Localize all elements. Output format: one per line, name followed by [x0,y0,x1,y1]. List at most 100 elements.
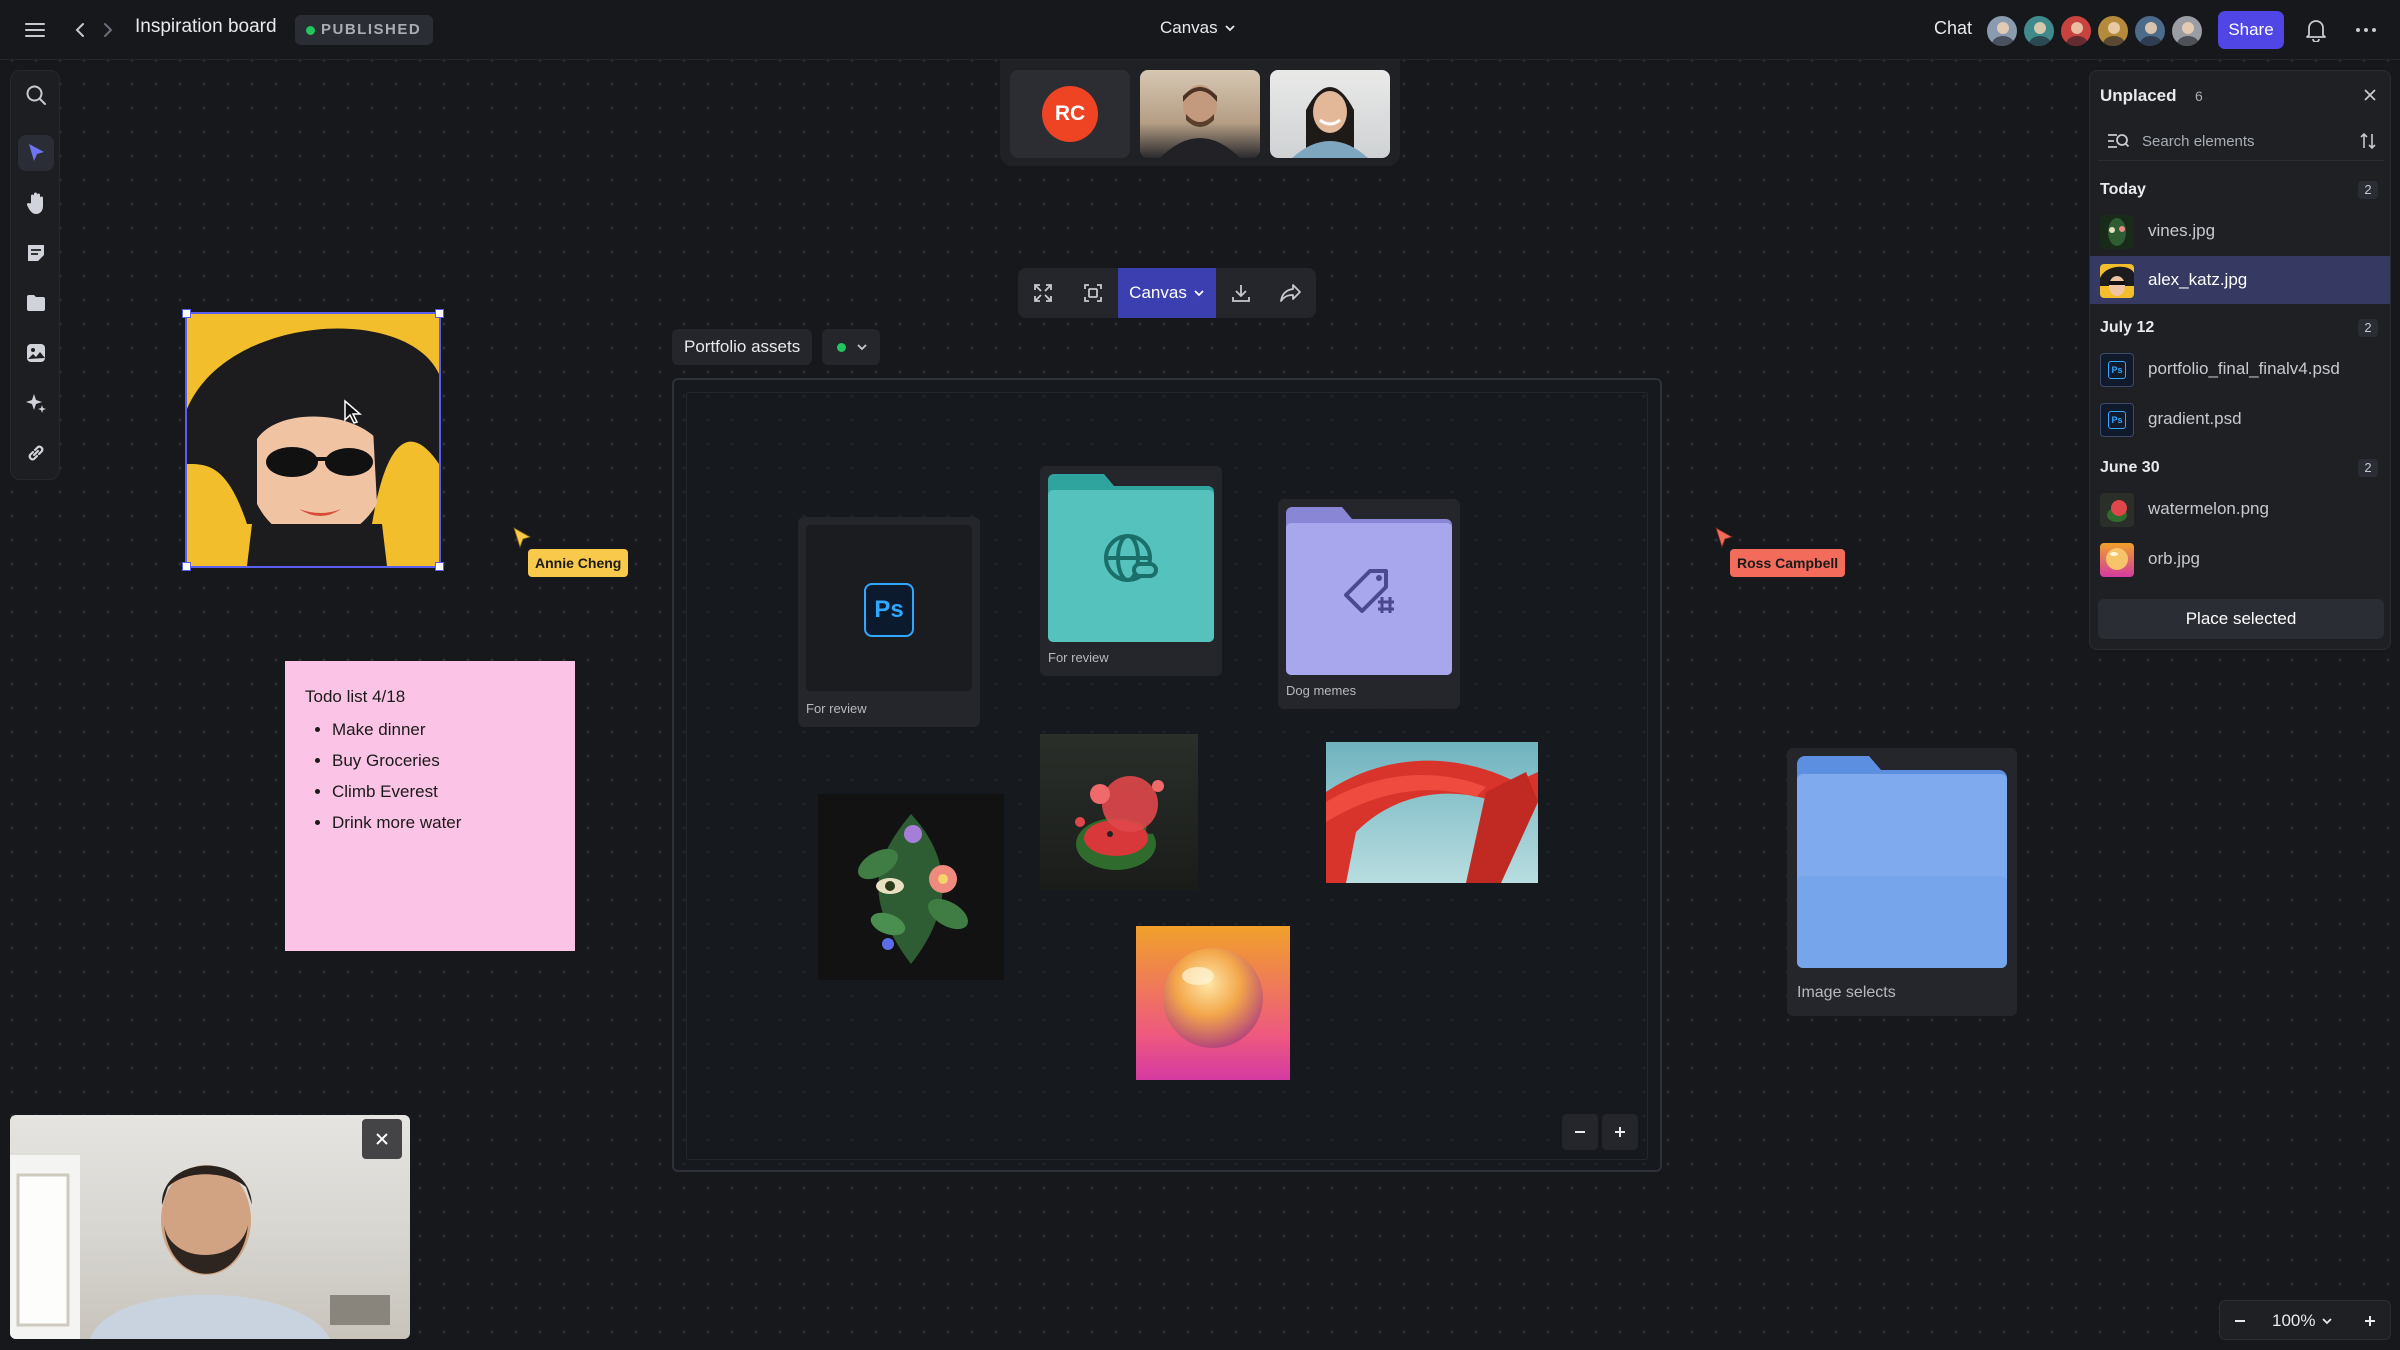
file-row-gradient-psd[interactable]: Ps gradient.psd [2090,395,2390,443]
collaborator-avatar[interactable] [2096,14,2130,48]
chat-button[interactable]: Chat [1934,18,1972,39]
psd-file-card[interactable]: Ps For review [798,517,980,727]
file-row-portfolio-psd[interactable]: Ps portfolio_final_finalv4.psd [2090,345,2390,393]
place-selected-button[interactable]: Place selected [2098,599,2384,639]
participant-video-tile[interactable] [1140,70,1260,158]
panel-title: Unplaced [2100,86,2177,105]
card-label: For review [806,701,867,716]
back-arrow-icon[interactable] [68,16,92,44]
file-row-watermelon[interactable]: watermelon.png [2090,485,2390,533]
resize-handle[interactable] [182,562,191,571]
file-name: vines.jpg [2148,221,2216,240]
annie-cursor-icon [513,527,532,549]
selected-image-alex-katz[interactable] [182,309,444,571]
sparkle-icon[interactable] [18,385,54,421]
collaborator-avatar[interactable] [2170,14,2204,48]
ross-cursor-label: Ross Campbell [1730,549,1846,577]
folder-icon[interactable] [18,285,54,321]
file-name: watermelon.png [2148,499,2269,518]
card-label: Image selects [1797,984,1896,1001]
folder-blue [1797,756,2007,968]
resize-handle[interactable] [435,562,444,571]
more-options-icon[interactable] [2350,14,2382,46]
expand-icon[interactable] [1026,276,1060,310]
self-video-preview[interactable] [10,1115,410,1339]
image-icon[interactable] [18,335,54,371]
photoshop-file-icon: Ps [2100,403,2134,437]
group-count: 2 [2358,181,2378,199]
participant-video-tile[interactable] [1270,70,1390,158]
orb-image[interactable] [1136,926,1290,1080]
share-arrow-icon[interactable] [1274,276,1308,310]
file-row-vines[interactable]: vines.jpg [2090,207,2390,255]
canvas-view-dropdown[interactable]: Canvas [1118,268,1216,318]
sort-icon[interactable] [2356,129,2380,153]
folder-card-dog-memes[interactable]: Dog memes [1278,499,1460,709]
zoom-level: 100% [2272,1311,2316,1330]
folder-card-image-selects[interactable]: Image selects [1787,748,2017,1016]
forward-arrow-icon[interactable] [96,16,120,44]
collaborator-avatar[interactable] [1985,14,2019,48]
todo-item: Climb Everest [332,776,555,807]
todo-sticky-note[interactable]: Todo list 4/18 Make dinner Buy Groceries… [285,661,575,951]
watermelon-image[interactable] [1040,734,1198,890]
pointer-icon[interactable] [18,135,54,171]
sticky-title: Todo list 4/18 [305,687,406,706]
frame-title[interactable]: Portfolio assets [672,329,813,365]
close-video-button[interactable] [362,1119,402,1159]
view-menu-label: Canvas [1160,18,1218,37]
resize-handle[interactable] [435,309,444,318]
zoom-control: 100% [2219,1300,2391,1340]
collaborator-avatar[interactable] [2059,14,2093,48]
zoom-in-button[interactable] [2354,1305,2386,1337]
vines-image[interactable] [818,794,1004,980]
document-title[interactable]: Inspiration board [135,16,277,38]
frame-zoom-out-button[interactable] [1562,1114,1598,1150]
close-icon[interactable] [2356,81,2384,109]
psd-preview: Ps [806,525,972,691]
group-name: Today [2100,181,2146,198]
file-name: orb.jpg [2148,549,2200,568]
folder-card-for-review[interactable]: For review [1040,466,1222,676]
view-menu[interactable]: Canvas [1160,18,1236,38]
note-icon[interactable] [18,235,54,271]
collaborator-avatar[interactable] [2133,14,2167,48]
collaborator-avatar[interactable] [2022,14,2056,48]
published-status-badge: PUBLISHED [295,15,434,45]
download-icon[interactable] [1224,276,1258,310]
file-thumbnail [2100,493,2134,527]
folder-purple [1286,507,1452,675]
zoom-level-dropdown[interactable]: 100% [2272,1311,2333,1331]
frame-zoom-in-button[interactable] [1602,1114,1638,1150]
left-toolbar [10,70,60,480]
chevron-down-icon [1225,25,1235,32]
portfolio-assets-frame[interactable]: Ps For review For review Dog memes [672,378,1662,1172]
bell-icon[interactable] [2300,14,2332,46]
fit-to-screen-icon[interactable] [1076,276,1110,310]
group-count: 2 [2358,319,2378,337]
zoom-out-button[interactable] [2224,1305,2256,1337]
todo-item: Buy Groceries [332,745,555,776]
file-row-orb[interactable]: orb.jpg [2090,535,2390,583]
chevron-down-icon [2322,1318,2333,1325]
file-name: gradient.psd [2148,409,2242,428]
file-row-alex-katz[interactable]: alex_katz.jpg [2090,256,2390,304]
group-header-today: Today 2 [2090,173,2390,205]
annie-cursor-label: Annie Cheng [528,549,629,577]
top-bar: Inspiration board PUBLISHED Canvas Chat … [0,0,2400,60]
hamburger-menu-icon[interactable] [20,16,50,44]
photoshop-icon: Ps [864,583,914,637]
participant-tile-rc[interactable]: RC [1010,70,1130,158]
red-sculpture-image[interactable] [1326,742,1538,883]
group-count: 2 [2358,459,2378,477]
hand-icon[interactable] [18,185,54,221]
share-button[interactable]: Share [2218,11,2284,49]
group-header-june-30: June 30 2 [2090,451,2390,483]
search-elements-input[interactable] [2142,130,2332,152]
close-icon [376,1133,388,1145]
resize-handle[interactable] [182,309,191,318]
canvas-dropdown-label: Canvas [1129,283,1187,302]
search-icon[interactable] [18,77,54,113]
link-icon[interactable] [18,435,54,471]
frame-status-dropdown[interactable] [822,329,880,365]
